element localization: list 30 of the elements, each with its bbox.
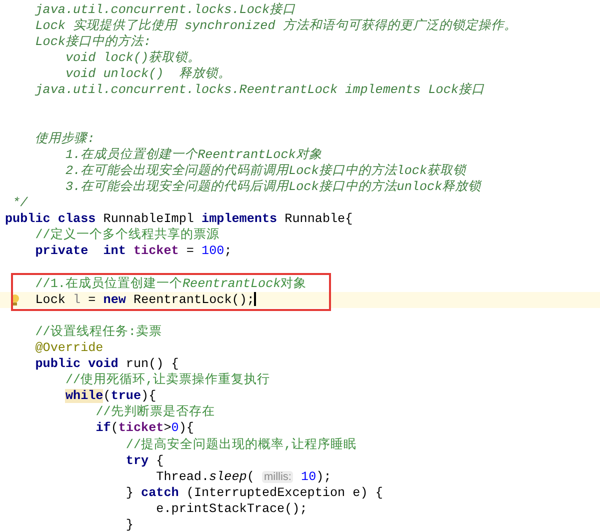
code-line: e.printStackTrace(); <box>156 500 308 517</box>
doc-comment-line: 使用步骤: <box>35 130 95 147</box>
code-line: try { <box>126 452 164 469</box>
code-line: private int ticket = 100; <box>35 243 232 260</box>
code-line: //定义一个多个线程共享的票源 <box>35 227 220 244</box>
doc-comment-line: */ <box>12 195 28 212</box>
code-line: //1.在成员位置创建一个ReentrantLock对象 <box>35 276 307 292</box>
code-line: public class RunnableImpl implements Runnable{ <box>5 211 353 228</box>
doc-comment-line: java.util.concurrent.locks.Lock接口 <box>35 2 296 18</box>
code-line: Thread.sleep( millis: 10); <box>156 468 332 485</box>
doc-comment-line: Lock 实现提供了比使用 synchronized 方法和语句可获得的更广泛的锁定操作。 <box>35 18 517 34</box>
doc-comment-line: java.util.concurrent.locks.ReentrantLock implements Lock接口 <box>35 82 484 99</box>
doc-comment-line: 3.在可能会出现安全问题的代码后调用Lock接口中的方法unlock释放锁 <box>65 179 482 196</box>
code-line: //使用死循环,让卖票操作重复执行 <box>65 372 270 388</box>
doc-comment-line: 2.在可能会出现安全问题的代码前调用Lock接口中的方法lock获取锁 <box>65 162 466 179</box>
doc-comment-line: void unlock() 释放锁。 <box>65 66 231 82</box>
code-line: //先判断票是否存在 <box>96 404 215 420</box>
code-line: Lock l = new ReentrantLock(); <box>35 292 254 308</box>
doc-comment-line: 1.在成员位置创建一个ReentrantLock对象 <box>65 146 322 163</box>
code-line: } catch (InterruptedException e) { <box>126 484 383 501</box>
code-line: } <box>126 517 134 531</box>
code-line: @Override <box>35 340 104 356</box>
code-line: //提高安全问题出现的概率,让程序睡眠 <box>126 436 357 453</box>
code-line: //设置线程任务:卖票 <box>35 324 162 340</box>
lightbulb-icon[interactable] <box>10 294 20 306</box>
doc-comment-line: Lock接口中的方法: <box>35 34 152 50</box>
code-line: public void run() { <box>35 356 179 372</box>
code-line: if(ticket>0){ <box>96 420 194 437</box>
code-line: while(true){ <box>65 388 156 404</box>
doc-comment-line: void lock()获取锁。 <box>65 50 201 66</box>
